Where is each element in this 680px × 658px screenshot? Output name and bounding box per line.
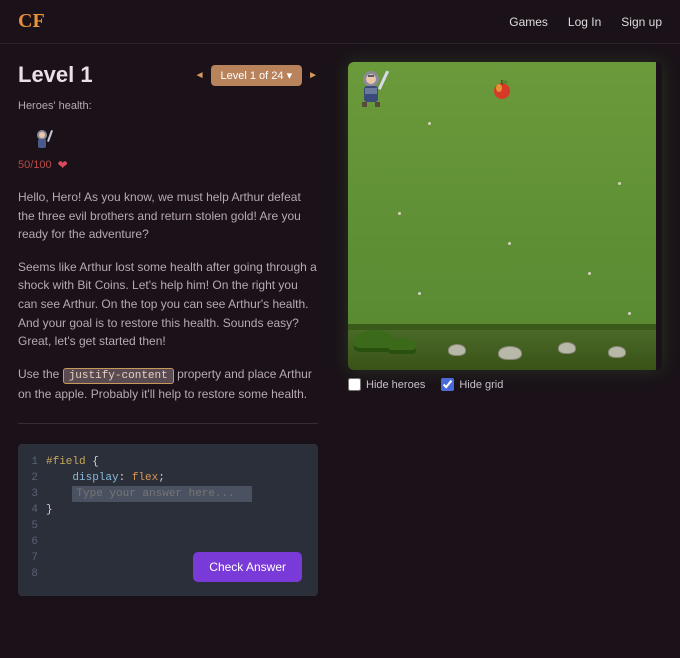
- top-nav: Games Log In Sign up: [509, 15, 662, 29]
- next-level-arrow-icon[interactable]: ►: [308, 70, 318, 81]
- hero-icon: [32, 128, 56, 152]
- ground: [348, 330, 656, 370]
- hide-grid-checkbox[interactable]: [441, 378, 454, 391]
- prev-level-arrow-icon[interactable]: ◄: [195, 70, 205, 81]
- hero-sprite: [354, 68, 394, 108]
- divider: [18, 423, 318, 424]
- level-nav: ◄ Level 1 of 24 ▾ ►: [195, 65, 318, 86]
- heart-icon: ❤: [58, 158, 68, 172]
- field-controls: Hide heroes Hide grid: [348, 378, 662, 391]
- header: CF Games Log In Sign up: [0, 0, 680, 44]
- intro-p3: Use the justify-content property and pla…: [18, 365, 318, 404]
- answer-input[interactable]: [76, 488, 248, 500]
- hide-grid-label[interactable]: Hide grid: [441, 378, 503, 391]
- game-field: [348, 62, 656, 370]
- nav-signup[interactable]: Sign up: [621, 15, 662, 29]
- hide-heroes-label[interactable]: Hide heroes: [348, 378, 425, 391]
- instructions-panel: Level 1 ◄ Level 1 of 24 ▾ ► Heroes' heal…: [18, 62, 318, 596]
- intro-p1: Hello, Hero! As you know, we must help A…: [18, 188, 318, 244]
- check-answer-button[interactable]: Check Answer: [193, 552, 302, 582]
- page-title: Level 1: [18, 62, 93, 88]
- apple-sprite: [492, 78, 512, 100]
- level-selector[interactable]: Level 1 of 24 ▾: [211, 65, 303, 86]
- nav-games[interactable]: Games: [509, 15, 548, 29]
- game-field-wrap: [348, 62, 662, 370]
- code-term: justify-content: [63, 368, 174, 384]
- health-value: 50/100: [18, 159, 52, 171]
- health-label: Heroes' health:: [18, 100, 318, 112]
- line-gutter: 12345678: [18, 454, 46, 582]
- code-editor: 12345678 #field { display: flex; } Check…: [18, 444, 318, 596]
- hide-heroes-checkbox[interactable]: [348, 378, 361, 391]
- nav-login[interactable]: Log In: [568, 15, 601, 29]
- intro-p2: Seems like Arthur lost some health after…: [18, 258, 318, 351]
- logo[interactable]: CF: [18, 10, 45, 33]
